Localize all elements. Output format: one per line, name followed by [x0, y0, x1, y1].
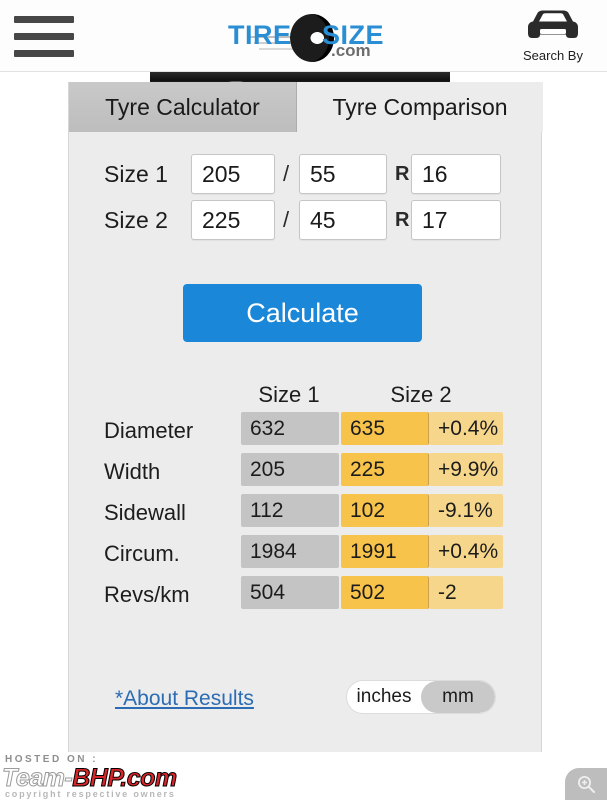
row-size2-value: 1991 [341, 535, 429, 568]
row-size1-value: 632 [241, 412, 339, 445]
search-by-label: Search By [523, 48, 583, 63]
tab-tyre-comparison-label: Tyre Comparison [332, 93, 508, 120]
row-size1-value: 205 [241, 453, 339, 486]
results-col-size-2: Size 2 [390, 382, 452, 407]
app-screen: TIRE SIZE .com Search By Tyre Calculator… [0, 0, 607, 800]
tab-tyre-calculator[interactable]: Tyre Calculator [69, 82, 297, 132]
unit-option-mm[interactable]: mm [421, 681, 495, 713]
magnifier-plus-icon[interactable] [565, 768, 607, 800]
hamburger-menu-icon[interactable] [14, 16, 74, 57]
about-results-link[interactable]: *About Results [115, 687, 254, 711]
unit-toggle[interactable]: inches mm [346, 680, 496, 714]
site-logo[interactable]: TIRE SIZE .com [228, 8, 396, 66]
size-1-separator: / [283, 161, 290, 186]
hamburger-bar-2 [14, 33, 74, 40]
logo-text-com: .com [331, 41, 371, 60]
size-2-radial-label: R [395, 209, 410, 231]
search-by-vehicle-button[interactable]: Search By [513, 8, 593, 63]
watermark: HOSTED ON : Team-BHP.com copyright respe… [0, 750, 200, 800]
size-1-diameter-input[interactable]: 16 [411, 154, 501, 194]
size-2-row: Size 2 225 / 45 R 17 [69, 200, 543, 242]
unit-option-inches[interactable]: inches [347, 681, 421, 713]
table-row: Sidewall 112 102 -9.1% [69, 494, 543, 535]
size-2-aspect-input[interactable]: 45 [299, 200, 387, 240]
hamburger-bar-3 [14, 50, 74, 57]
row-size2-value: 635 [341, 412, 429, 445]
row-size1-value: 112 [241, 494, 339, 527]
size-1-radial-label: R [395, 163, 410, 185]
size-1-label: Size 1 [104, 161, 168, 187]
size-2-label: Size 2 [104, 207, 168, 233]
size-1-row: Size 1 205 / 55 R 16 [69, 154, 543, 196]
size-2-width-input[interactable]: 225 [191, 200, 275, 240]
row-difference-value: +0.4% [429, 412, 503, 445]
results-col-size-1: Size 1 [258, 382, 320, 407]
row-difference-value: +0.4% [429, 535, 503, 568]
size-2-separator: / [283, 207, 290, 232]
watermark-team-text: Team- [1, 764, 73, 793]
car-front-icon [528, 10, 578, 38]
row-size1-value: 504 [241, 576, 339, 609]
watermark-bhp-text: BHP.com [72, 764, 178, 793]
table-row: Circum. 1984 1991 +0.4% [69, 535, 543, 576]
row-label: Circum. [104, 541, 180, 566]
row-size1-value: 1984 [241, 535, 339, 568]
hamburger-bar-1 [14, 16, 74, 23]
table-row: Diameter 632 635 +0.4% [69, 412, 543, 453]
size-1-aspect-input[interactable]: 55 [299, 154, 387, 194]
row-size2-value: 102 [341, 494, 429, 527]
row-size2-value: 225 [341, 453, 429, 486]
tab-tyre-comparison[interactable]: Tyre Comparison [297, 82, 543, 132]
row-label: Revs/km [104, 582, 190, 607]
table-row: Width 205 225 +9.9% [69, 453, 543, 494]
size-2-diameter-input[interactable]: 17 [411, 200, 501, 240]
results-table: Size 1 Size 2 Diameter 632 635 +0.4% Wid… [69, 382, 543, 617]
row-difference-value: +9.9% [429, 453, 503, 486]
row-size2-value: 502 [341, 576, 429, 609]
calculator-panel: Tyre Calculator Tyre Comparison Size 1 2… [68, 82, 543, 752]
tab-bar: Tyre Calculator Tyre Comparison [69, 82, 543, 132]
row-label: Sidewall [104, 500, 186, 525]
size-1-width-input[interactable]: 205 [191, 154, 275, 194]
site-header: TIRE SIZE .com Search By [0, 0, 607, 72]
row-difference-value: -9.1% [429, 494, 503, 527]
tab-tyre-calculator-label: Tyre Calculator [105, 93, 260, 120]
results-header-row: Size 1 Size 2 [69, 382, 543, 412]
logo-text-tire: TIRE [228, 20, 292, 50]
magnifier-glyph [578, 776, 595, 793]
row-label: Width [104, 459, 161, 484]
row-label: Diameter [104, 418, 194, 443]
table-row: Revs/km 504 502 -2 [69, 576, 543, 617]
row-difference-value: -2 [429, 576, 503, 609]
calculate-button[interactable]: Calculate [183, 284, 422, 342]
watermark-copyright: copyright respective owners [5, 789, 176, 799]
